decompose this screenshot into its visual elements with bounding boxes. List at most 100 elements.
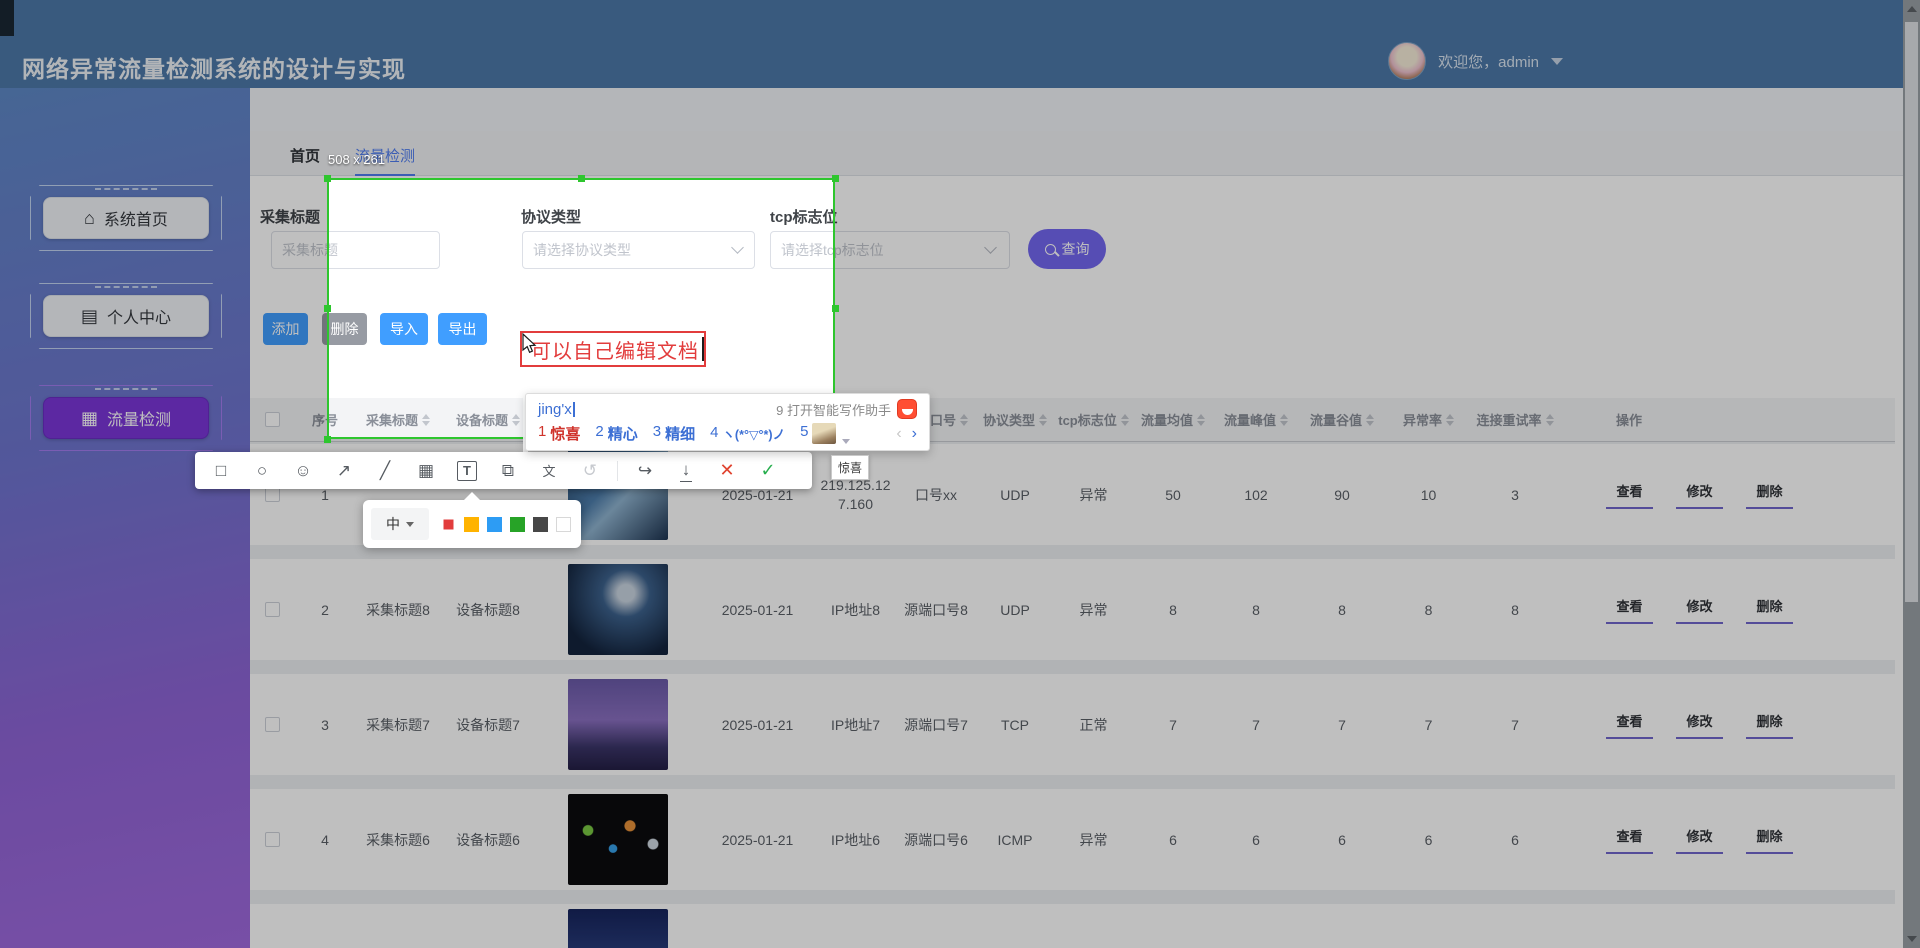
sort-icon[interactable]: [1546, 414, 1554, 426]
selection-handle[interactable]: [832, 305, 839, 312]
col-header-retry[interactable]: 连接重试率: [1472, 410, 1558, 429]
tech-frame-dash: [95, 188, 156, 190]
undo-icon[interactable]: ↺: [576, 457, 604, 485]
sidebar-item-home[interactable]: ⌂系统首页: [30, 185, 222, 251]
color-blue-swatch[interactable]: [487, 517, 502, 532]
cell-ip: 219.125.127.160: [820, 476, 890, 514]
add-button[interactable]: 添加: [263, 313, 308, 345]
user-dropdown-caret-icon[interactable]: [1551, 58, 1563, 65]
candidate-num: 2: [595, 423, 603, 444]
ime-assistant[interactable]: 9 打开智能写作助手: [776, 399, 917, 419]
row-image: [568, 679, 668, 770]
scroll-up-icon[interactable]: [1907, 6, 1917, 12]
edit-link[interactable]: 修改: [1676, 826, 1723, 854]
font-size-select[interactable]: 中: [371, 508, 429, 540]
selection-handle[interactable]: [324, 305, 331, 312]
col-header-label: 协议类型: [983, 410, 1035, 429]
ime-pinyin-input[interactable]: jing'x: [538, 401, 572, 418]
col-header-anomaly[interactable]: 异常率: [1385, 410, 1472, 429]
ime-candidate-5[interactable]: 5: [800, 423, 850, 444]
select-all-checkbox[interactable]: [265, 412, 280, 427]
col-header-valley[interactable]: 流量谷值: [1299, 410, 1385, 429]
ime-assistant-icon: [897, 399, 917, 419]
text-caret: [702, 337, 704, 361]
col-header-avg[interactable]: 流量均值: [1133, 410, 1213, 429]
selection-handle[interactable]: [324, 436, 331, 443]
arrow-tool-icon[interactable]: ↗: [330, 457, 358, 485]
download-icon[interactable]: ↓: [672, 457, 700, 485]
delete-link[interactable]: 删除: [1746, 481, 1793, 509]
download-glyph: ↓: [680, 460, 693, 482]
home-icon: ⌂: [84, 209, 95, 227]
edit-link[interactable]: 修改: [1676, 481, 1723, 509]
col-header-protocol[interactable]: 协议类型: [976, 410, 1054, 429]
ime-next-icon[interactable]: ›: [912, 425, 917, 443]
cell-peak: 7: [1213, 717, 1299, 733]
selection-handle[interactable]: [832, 175, 839, 182]
delete-link[interactable]: 删除: [1746, 596, 1793, 624]
query-label: 查询: [1062, 239, 1090, 259]
avatar[interactable]: [1388, 42, 1426, 80]
cancel-icon[interactable]: ✕: [713, 457, 741, 485]
row-checkbox[interactable]: [265, 717, 280, 732]
scroll-down-icon[interactable]: [1907, 936, 1917, 942]
cell-tcpflag: 正常: [1054, 715, 1133, 735]
tab-home[interactable]: 首页: [290, 145, 320, 166]
ime-candidate-1[interactable]: 1惊喜: [538, 423, 580, 444]
text-annotation-box[interactable]: 可以自己编辑文档: [520, 331, 706, 367]
sort-icon[interactable]: [960, 414, 968, 426]
sort-icon[interactable]: [1446, 414, 1454, 426]
delete-link[interactable]: 删除: [1746, 711, 1793, 739]
view-link[interactable]: 查看: [1606, 711, 1653, 739]
confirm-icon[interactable]: ✓: [754, 457, 782, 485]
color-white-swatch[interactable]: [556, 517, 571, 532]
ime-candidate-2[interactable]: 2精心: [595, 423, 637, 444]
ocr-tool-icon[interactable]: 文: [535, 457, 563, 485]
view-link[interactable]: 查看: [1606, 596, 1653, 624]
screenshot-toolbar: □ ○ ☺ ↗ ╱ ▦ T ⧉ 文 ↺ ↪ ↓ ✕ ✓: [195, 452, 812, 489]
ellipse-tool-icon[interactable]: ○: [248, 457, 276, 485]
ime-caret: [573, 402, 575, 417]
row-checkbox[interactable]: [265, 602, 280, 617]
delete-link[interactable]: 删除: [1746, 826, 1793, 854]
ime-candidate-3[interactable]: 3精细: [653, 423, 695, 444]
edit-link[interactable]: 修改: [1676, 596, 1723, 624]
sidebar-item-traffic-detect[interactable]: ▦流量检测: [30, 385, 222, 451]
color-orange-swatch[interactable]: [464, 517, 479, 532]
edit-link[interactable]: 修改: [1676, 711, 1723, 739]
chevron-down-icon: [842, 439, 850, 444]
text-tool-icon[interactable]: T: [453, 457, 481, 485]
view-link[interactable]: 查看: [1606, 481, 1653, 509]
ime-prev-icon[interactable]: ‹: [896, 425, 901, 443]
color-green-swatch[interactable]: [510, 517, 525, 532]
scrollbar-thumb[interactable]: [1905, 22, 1918, 602]
sort-icon[interactable]: [1366, 414, 1374, 426]
ime-candidate-4[interactable]: 4ヽ(*°▽°*)ノ: [710, 424, 785, 443]
col-header-label: 连接重试率: [1476, 410, 1541, 429]
color-red-swatch[interactable]: [441, 517, 456, 532]
share-icon[interactable]: ↪: [631, 457, 659, 485]
emoji-tool-icon[interactable]: ☺: [289, 457, 317, 485]
selection-handle[interactable]: [324, 175, 331, 182]
color-dark-swatch[interactable]: [533, 517, 548, 532]
mosaic-tool-icon[interactable]: ▦: [412, 457, 440, 485]
query-button[interactable]: 查询: [1028, 229, 1106, 269]
scrollbar[interactable]: [1903, 0, 1920, 948]
col-header-peak[interactable]: 流量峰值: [1213, 410, 1299, 429]
view-link[interactable]: 查看: [1606, 826, 1653, 854]
line-tool-icon[interactable]: ╱: [371, 457, 399, 485]
row-checkbox[interactable]: [265, 832, 280, 847]
sort-icon[interactable]: [1121, 414, 1129, 426]
col-header-tcpflag[interactable]: tcp标志位: [1054, 410, 1133, 429]
row-checkbox[interactable]: [265, 487, 280, 502]
sort-icon[interactable]: [1039, 414, 1047, 426]
selection-handle[interactable]: [578, 175, 585, 182]
sticker-tool-icon[interactable]: ⧉: [494, 457, 522, 485]
rect-tool-icon[interactable]: □: [207, 457, 235, 485]
user-box[interactable]: 欢迎您，admin: [1388, 42, 1563, 80]
sidebar-item-profile[interactable]: ▤个人中心: [30, 283, 222, 349]
cell-anomaly: 6: [1385, 832, 1472, 848]
sort-icon[interactable]: [1197, 414, 1205, 426]
sort-icon[interactable]: [1280, 414, 1288, 426]
cell-peak: 8: [1213, 602, 1299, 618]
